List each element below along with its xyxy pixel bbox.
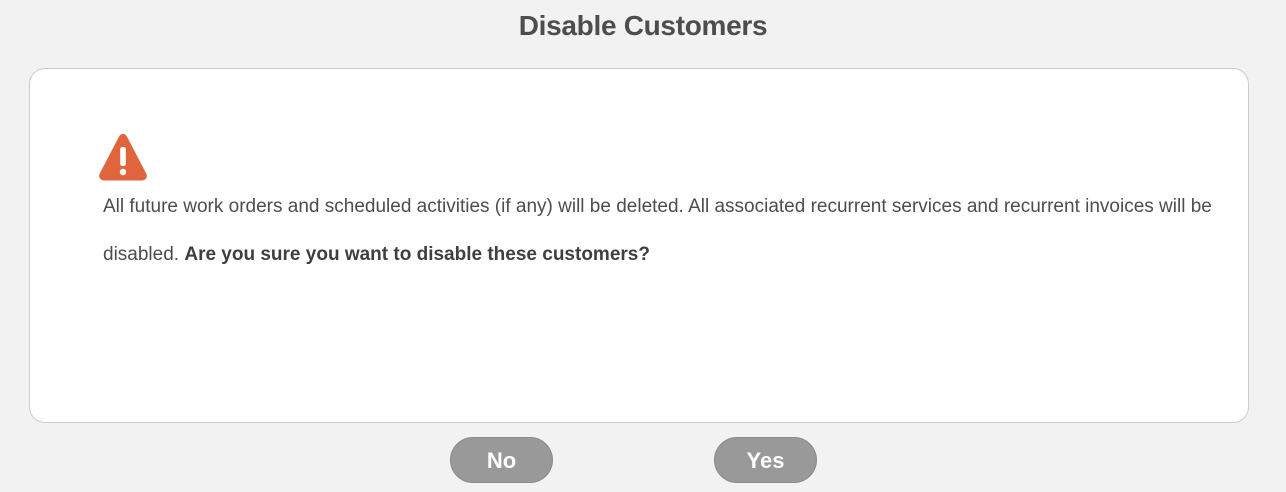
warning-triangle-icon — [98, 132, 148, 182]
dialog-body: All future work orders and scheduled act… — [29, 68, 1249, 423]
yes-button[interactable]: Yes — [714, 437, 817, 483]
dialog-message: All future work orders and scheduled act… — [103, 183, 1213, 279]
no-button[interactable]: No — [450, 437, 553, 483]
message-question: Are you sure you want to disable these c… — [184, 244, 650, 265]
dialog-title: Disable Customers — [518, 10, 768, 41]
